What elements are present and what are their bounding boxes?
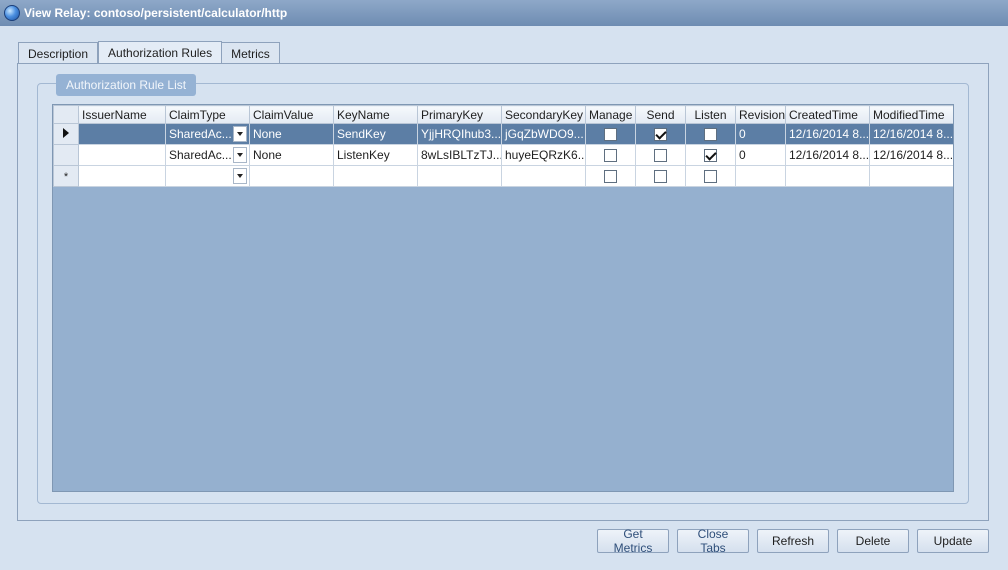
column-header-secondarykey[interactable]: SecondaryKey [501, 105, 586, 124]
current-row-arrow-icon [63, 128, 69, 138]
cell-send[interactable] [635, 165, 686, 187]
column-header-createdtime[interactable]: CreatedTime [785, 105, 870, 124]
cell-send[interactable] [635, 123, 686, 145]
cell-issuername[interactable] [78, 123, 166, 145]
cell-claimvalue[interactable] [249, 165, 334, 187]
chevron-down-icon[interactable] [233, 147, 247, 163]
cell-modifiedtime[interactable] [869, 165, 953, 187]
table-row[interactable]: SharedAc... None SendKey YjjHRQIhub3... … [53, 123, 953, 145]
tab-strip: Description Authorization Rules Metrics [18, 41, 280, 64]
claimtype-value: SharedAc... [169, 127, 232, 141]
cell-modifiedtime[interactable]: 12/16/2014 8... [869, 123, 953, 145]
delete-button[interactable]: Delete [837, 529, 909, 553]
cell-keyname[interactable]: SendKey [333, 123, 418, 145]
cell-revision[interactable]: 0 [735, 144, 786, 166]
cell-issuername[interactable] [78, 144, 166, 166]
column-header-modifiedtime[interactable]: ModifiedTime [869, 105, 953, 124]
cell-claimvalue[interactable]: None [249, 144, 334, 166]
cell-keyname[interactable] [333, 165, 418, 187]
column-header-listen[interactable]: Listen [685, 105, 736, 124]
column-header-primarykey[interactable]: PrimaryKey [417, 105, 502, 124]
cell-manage[interactable] [585, 123, 636, 145]
row-selector[interactable] [53, 123, 79, 145]
grid-header-row: IssuerName ClaimType ClaimValue KeyName … [53, 105, 953, 124]
cell-createdtime[interactable]: 12/16/2014 8... [785, 123, 870, 145]
column-header-manage[interactable]: Manage [585, 105, 636, 124]
send-checkbox[interactable] [654, 170, 667, 184]
update-button[interactable]: Update [917, 529, 989, 553]
column-header-claimvalue[interactable]: ClaimValue [249, 105, 334, 124]
cell-revision[interactable] [735, 165, 786, 187]
group-label: Authorization Rule List [56, 74, 197, 96]
tab-metrics[interactable]: Metrics [222, 42, 280, 64]
claimtype-value: SharedAc... [169, 148, 232, 162]
send-checkbox[interactable] [654, 149, 667, 163]
globe-icon [4, 5, 20, 21]
column-header-send[interactable]: Send [635, 105, 686, 124]
listen-checkbox[interactable] [704, 170, 717, 184]
title-bar: View Relay: contoso/persistent/calculato… [0, 0, 1008, 26]
cell-primarykey[interactable] [417, 165, 502, 187]
cell-send[interactable] [635, 144, 686, 166]
chevron-down-icon[interactable] [233, 168, 247, 184]
cell-createdtime[interactable] [785, 165, 870, 187]
refresh-button[interactable]: Refresh [757, 529, 829, 553]
cell-secondarykey[interactable] [501, 165, 586, 187]
new-row-marker: * [53, 165, 79, 187]
column-header-issuername[interactable]: IssuerName [78, 105, 166, 124]
cell-claimtype[interactable]: SharedAc... [165, 123, 250, 145]
window-title: View Relay: contoso/persistent/calculato… [24, 6, 288, 20]
new-row[interactable]: * [53, 165, 953, 187]
cell-keyname[interactable]: ListenKey [333, 144, 418, 166]
cell-modifiedtime[interactable]: 12/16/2014 8... [869, 144, 953, 166]
get-metrics-button[interactable]: Get Metrics [597, 527, 669, 555]
table-row[interactable]: SharedAc... None ListenKey 8wLsIBLTzTJ..… [53, 144, 953, 166]
cell-issuername[interactable] [78, 165, 166, 187]
close-tabs-button[interactable]: Close Tabs [677, 527, 749, 555]
column-header-revision[interactable]: Revision [735, 105, 786, 124]
cell-claimtype[interactable] [165, 165, 250, 187]
cell-revision[interactable]: 0 [735, 123, 786, 145]
cell-listen[interactable] [685, 123, 736, 145]
listen-checkbox[interactable] [704, 149, 717, 163]
tab-description[interactable]: Description [18, 42, 99, 64]
column-header-keyname[interactable]: KeyName [333, 105, 418, 124]
cell-listen[interactable] [685, 165, 736, 187]
cell-primarykey[interactable]: 8wLsIBLTzTJ... [417, 144, 502, 166]
column-header-claimtype[interactable]: ClaimType [165, 105, 250, 124]
cell-listen[interactable] [685, 144, 736, 166]
row-selector[interactable] [53, 144, 79, 166]
cell-createdtime[interactable]: 12/16/2014 8... [785, 144, 870, 166]
manage-checkbox[interactable] [604, 170, 617, 184]
manage-checkbox[interactable] [604, 149, 617, 163]
cell-secondarykey[interactable]: jGqZbWDO9... [501, 123, 586, 145]
listen-checkbox[interactable] [704, 128, 717, 142]
chevron-down-icon[interactable] [233, 126, 247, 142]
cell-claimtype[interactable]: SharedAc... [165, 144, 250, 166]
manage-checkbox[interactable] [604, 128, 617, 142]
cell-manage[interactable] [585, 165, 636, 187]
cell-primarykey[interactable]: YjjHRQIhub3... [417, 123, 502, 145]
send-checkbox[interactable] [654, 128, 667, 142]
authorization-rules-grid[interactable]: IssuerName ClaimType ClaimValue KeyName … [52, 104, 954, 492]
cell-secondarykey[interactable]: huyeEQRzK6... [501, 144, 586, 166]
cell-claimvalue[interactable]: None [249, 123, 334, 145]
tab-authorization-rules[interactable]: Authorization Rules [98, 41, 223, 64]
cell-manage[interactable] [585, 144, 636, 166]
row-header-corner [53, 105, 79, 124]
